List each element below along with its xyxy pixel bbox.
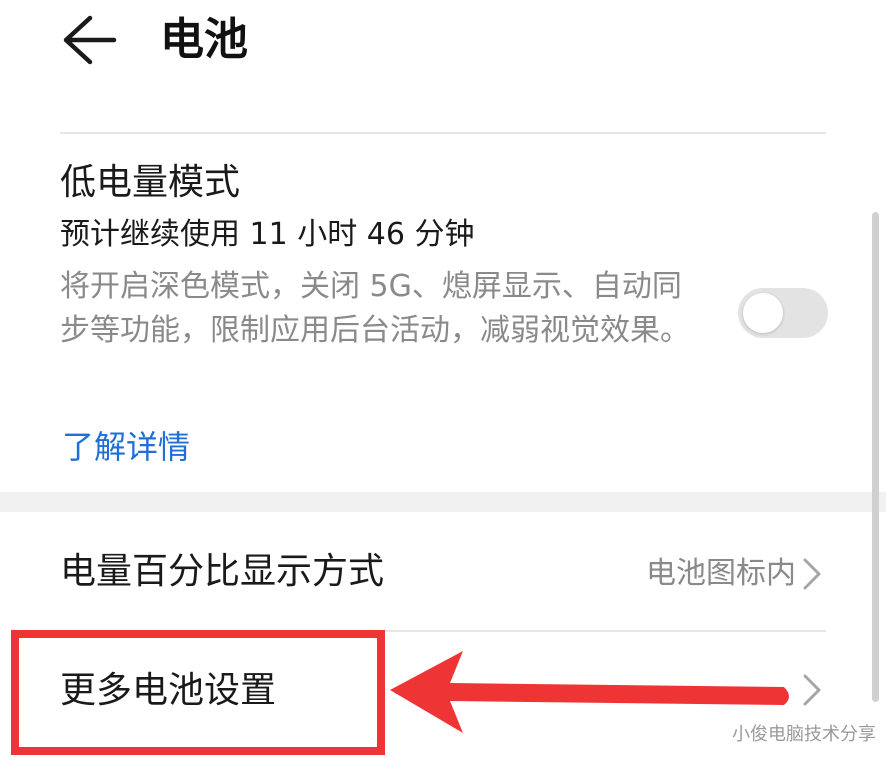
more-battery-settings-label: 更多电池设置 <box>60 670 277 711</box>
battery-percentage-display-label: 电量百分比显示方式 <box>60 551 385 592</box>
top-bar: 电池 <box>0 0 886 90</box>
battery-estimate: 预计继续使用 11 小时 46 分钟 <box>60 217 475 252</box>
low-power-mode-title: 低电量模式 <box>60 162 241 203</box>
scrollbar[interactable] <box>872 212 879 702</box>
low-power-mode-toggle[interactable] <box>738 288 828 338</box>
arrow-left-icon[interactable] <box>60 12 118 68</box>
section-separator <box>0 492 886 512</box>
page-title: 电池 <box>160 14 248 65</box>
header-divider <box>60 132 826 134</box>
chevron-right-icon <box>803 674 821 706</box>
watermark: 小俊电脑技术分享 <box>732 724 876 745</box>
learn-more-link[interactable]: 了解详情 <box>62 425 190 469</box>
chevron-right-icon <box>803 558 821 590</box>
toggle-knob <box>743 293 783 333</box>
low-power-mode-description: 将开启深色模式，关闭 5G、熄屏显示、自动同步等功能，限制应用后台活动，减弱视觉… <box>60 269 690 348</box>
battery-percentage-display-row[interactable]: 电量百分比显示方式 电池图标内 <box>0 512 886 630</box>
battery-percentage-display-value: 电池图标内 <box>646 556 796 591</box>
